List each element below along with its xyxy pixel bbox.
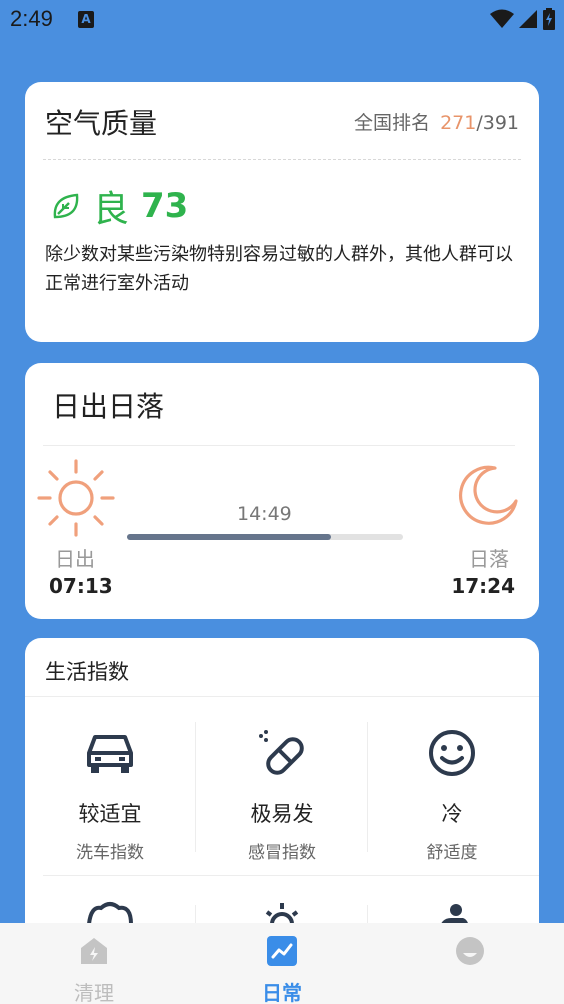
- pill-icon: [259, 730, 304, 775]
- wifi-icon: [490, 9, 514, 28]
- aqi-description: 除少数对某些污染物特别容易过敏的人群外，其他人群可以正常进行室外活动: [45, 244, 513, 294]
- divider: [43, 875, 539, 876]
- life-index-name: 洗车指数: [76, 843, 144, 863]
- air-quality-title: 空气质量: [45, 107, 158, 140]
- nav-label: 清理: [74, 981, 114, 1004]
- nav-tab-mine[interactable]: [410, 935, 530, 977]
- life-index-value: 极易发: [250, 802, 314, 826]
- notification-a-icon: A: [78, 11, 94, 28]
- smile-icon: [429, 730, 475, 776]
- current-time: 14:49: [237, 503, 292, 525]
- nav-tab-daily[interactable]: 日常: [222, 935, 342, 1004]
- leaf-icon: [53, 193, 79, 219]
- air-quality-card: 空气质量 全国排名 271/391 良 73 除少数对某些污染物特别容易过敏的人群…: [25, 82, 539, 342]
- car-icon: [87, 735, 133, 773]
- life-index-value: 较适宜: [78, 802, 142, 826]
- aqi-grade: 良 73: [51, 180, 188, 232]
- moon-icon: [459, 465, 518, 525]
- status-icons: [490, 8, 556, 30]
- rank-label: 全国排名: [354, 112, 431, 134]
- life-index-value: 冷: [441, 802, 463, 826]
- life-index-item-comfort[interactable]: 冷 舒适度: [367, 722, 537, 863]
- life-index-item-car-wash[interactable]: 较适宜 洗车指数: [25, 722, 195, 863]
- bottom-navigation: 清理 日常: [0, 923, 564, 1004]
- divider: [195, 722, 196, 852]
- divider: [43, 159, 521, 160]
- national-rank: 全国排名 271/391: [354, 108, 519, 135]
- signal-icon: [519, 10, 537, 28]
- divider: [25, 696, 539, 697]
- daylight-progress-fill: [127, 534, 332, 540]
- daylight-progress: [127, 534, 403, 540]
- nav-tab-clean[interactable]: 清理: [34, 935, 154, 1004]
- sun-icon: [37, 459, 115, 537]
- rank-total: /391: [476, 112, 519, 134]
- face-icon: [456, 937, 484, 965]
- sunrise-label: 日出: [55, 547, 95, 571]
- sunset-label: 日落: [469, 547, 509, 571]
- life-index-title: 生活指数: [45, 660, 129, 684]
- divider: [43, 445, 515, 446]
- rank-value: 271: [440, 112, 477, 134]
- life-index-name: 感冒指数: [248, 843, 316, 863]
- status-bar: 2:49 A: [0, 0, 564, 40]
- aqi-value: 73: [141, 186, 189, 226]
- aqi-level: 良: [93, 189, 130, 230]
- life-index-item-cold[interactable]: 极易发 感冒指数: [197, 722, 367, 863]
- clean-icon: [81, 938, 107, 964]
- sunrise-sunset-card: 日出日落 14:49 日出 07:13 日落 17:24: [25, 363, 539, 619]
- status-time: 2:49: [10, 6, 53, 31]
- sunset-time: 17:24: [451, 574, 515, 598]
- sunrise-time: 07:13: [49, 574, 113, 598]
- sunrise-sunset-title: 日出日落: [52, 390, 165, 423]
- battery-icon: [543, 8, 555, 30]
- life-index-name: 舒适度: [426, 843, 478, 863]
- daily-chart-icon: [267, 936, 297, 966]
- nav-label: 日常: [262, 981, 302, 1004]
